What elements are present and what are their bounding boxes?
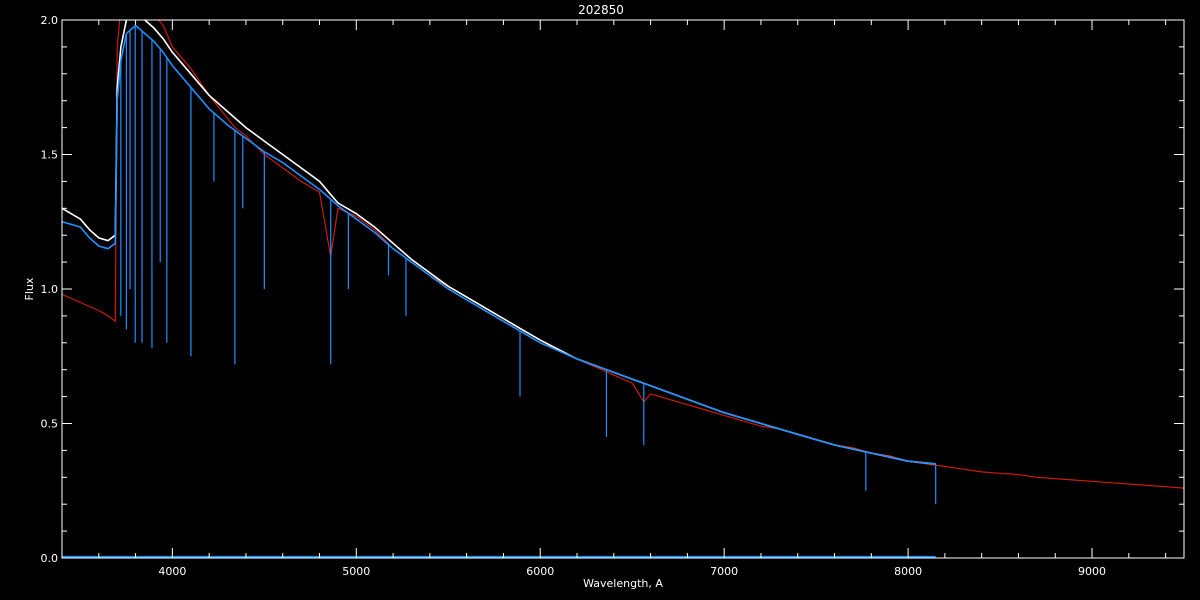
y-tick-label: 1.0 <box>41 283 59 296</box>
x-tick-label: 7000 <box>710 565 738 578</box>
spectrum-chart: 202850 4000 5000 6000 7000 8000 9000 0.0 0.5 1.0… <box>0 0 1200 600</box>
x-tick-label: 8000 <box>894 565 922 578</box>
x-tick-label: 5000 <box>342 565 370 578</box>
x-tick-label: 9000 <box>1078 565 1106 578</box>
chart-title: 202850 <box>578 3 624 17</box>
x-axis-label: Wavelength, A <box>583 577 663 590</box>
y-axis-label: Flux <box>23 277 36 300</box>
y-tick-label: 0.0 <box>41 552 59 565</box>
x-tick-label: 4000 <box>158 565 186 578</box>
x-tick-label: 6000 <box>526 565 554 578</box>
y-tick-label: 0.5 <box>41 418 59 431</box>
chart-background <box>0 0 1200 600</box>
y-tick-label: 1.5 <box>41 149 59 162</box>
y-tick-label: 2.0 <box>41 14 59 27</box>
